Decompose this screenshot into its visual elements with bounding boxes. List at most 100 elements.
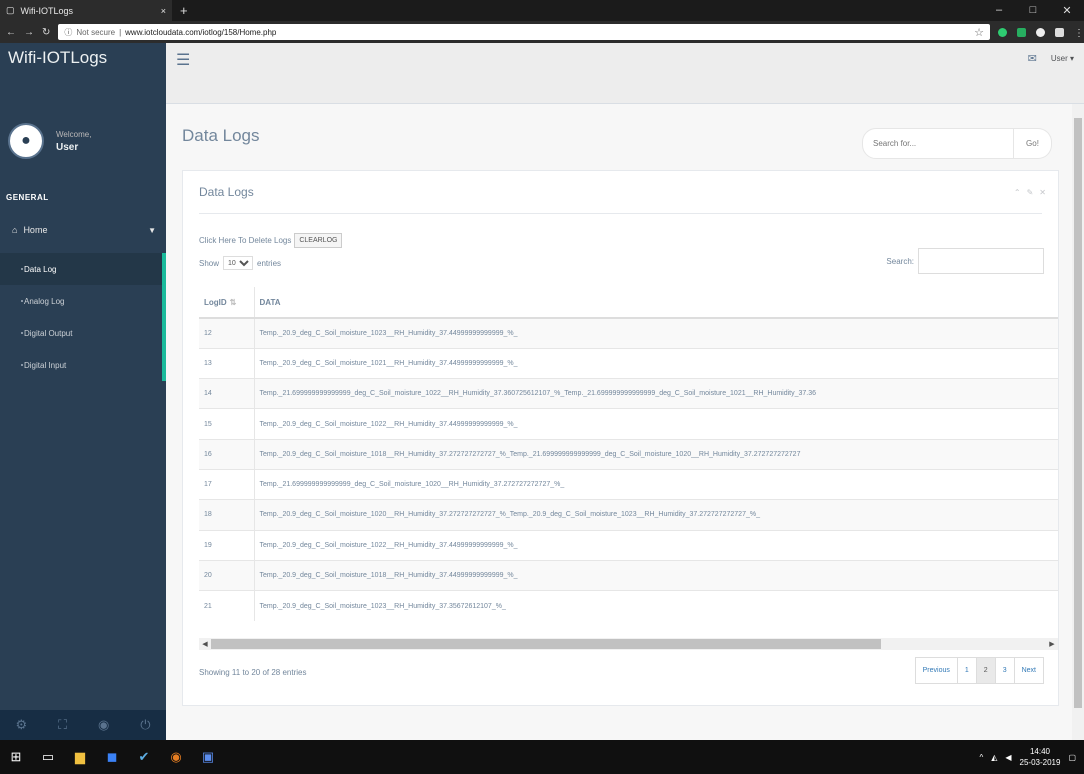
log-id-cell: 13 — [199, 347, 255, 379]
sidebar-item-digital-output[interactable]: Digital Output — [0, 317, 162, 349]
entries-select[interactable]: 10 — [223, 256, 254, 270]
table-row: 12 Temp._20.9_deg_C_Soil_moisture_1023__R… — [199, 317, 1058, 349]
address-bar: ← → ↻ ⓘ Not secure | www.iotcloudata.com… — [0, 21, 1084, 43]
user-menu: ✉ User ▾ — [1028, 52, 1074, 65]
table-row: 20 Temp._20.9_deg_C_Soil_moisture_1018__R… — [199, 559, 1058, 591]
page-scrollbar-thumb[interactable] — [1074, 118, 1082, 708]
store-icon[interactable]: ◼ — [96, 740, 128, 774]
check-app-icon[interactable]: ✔ — [128, 740, 160, 774]
length-control: Show 10 entries — [199, 256, 281, 270]
scroll-left-icon[interactable]: ◀ — [199, 640, 211, 648]
wrench-icon[interactable]: ✎ — [1027, 188, 1034, 197]
clear-logs-row: Click Here To Delete Logs CLEARLOG — [199, 233, 343, 248]
file-explorer-icon[interactable]: ▆ — [64, 740, 96, 774]
log-id-cell: 14 — [199, 378, 255, 409]
browser-tab-bar: ▢ Wifi-IOTLogs × + – □ ✕ — [0, 0, 1084, 21]
data-logs-panel: Data Logs ⌃ ✎ ✕ Click Here To Delete Log… — [182, 170, 1059, 706]
windows-start-icon[interactable]: ⊞ — [0, 740, 32, 774]
top-nav: ☰ ✉ User ▾ — [166, 43, 1084, 104]
log-data-cell: Temp._21.699999999999999_deg_C_Soil_mois… — [254, 468, 1058, 500]
close-icon[interactable]: ✕ — [1039, 188, 1046, 197]
sidebar-item-digital-input[interactable]: Digital Input — [0, 349, 162, 381]
avatar-icon: ● — [8, 123, 44, 159]
collapse-icon[interactable]: ⌃ — [1014, 188, 1021, 197]
sidebar-item-home[interactable]: ⌂ Home ▼ — [0, 215, 166, 245]
new-tab-button[interactable]: + — [172, 3, 196, 18]
log-data-cell: Temp._21.699999999999999_deg_C_Soil_mois… — [254, 378, 1058, 409]
column-header-data[interactable]: DATA — [254, 287, 1058, 319]
top-search-input[interactable] — [862, 128, 1014, 159]
url-field[interactable]: ⓘ Not secure | www.iotcloudata.com/iotlo… — [58, 24, 990, 40]
horizontal-scrollbar[interactable]: ◀ ▶ — [199, 638, 1058, 650]
minimize-button[interactable]: – — [982, 4, 1016, 17]
logout-icon[interactable]: ⏻ — [140, 717, 150, 733]
table-info: Showing 11 to 20 of 28 entries — [199, 668, 307, 677]
page-2-button[interactable]: 2 — [975, 657, 996, 684]
sidebar-item-analog-log[interactable]: Analog Log — [0, 285, 162, 317]
scroll-right-icon[interactable]: ▶ — [1046, 640, 1058, 648]
entries-label: entries — [257, 258, 282, 268]
log-data-cell: Temp._20.9_deg_C_Soil_moisture_1022__RH_… — [254, 408, 1058, 440]
logs-table: LogID ⇅ DATA 12 Temp._20.9_deg_C_Soil_mois… — [199, 287, 1058, 621]
clock-time: 14:40 — [1029, 747, 1050, 756]
page-scrollbar[interactable] — [1072, 104, 1084, 740]
task-view-icon[interactable]: ▭ — [32, 740, 64, 774]
chrome-icon[interactable]: ◉ — [160, 740, 192, 774]
close-tab-icon[interactable]: × — [161, 6, 166, 16]
show-label: Show — [199, 258, 220, 268]
table-scroll-area[interactable]: LogID ⇅ DATA 12 Temp._20.9_deg_C_Soil_mois… — [199, 287, 1058, 627]
profile: ● Welcome, User — [8, 123, 91, 159]
tray-arrow-icon[interactable]: ^ — [979, 753, 983, 762]
extension-green-icon[interactable] — [998, 27, 1007, 37]
sidebar-footer: ⚙ ⛶ ◉ ⏻ — [0, 710, 166, 740]
sidebar-item-data-log[interactable]: Data Log — [0, 253, 162, 285]
brand-logo[interactable]: Wifi-IOTLogs — [0, 24, 107, 94]
welcome-text: Welcome, — [56, 129, 92, 139]
home-icon: ⌂ — [12, 225, 18, 235]
profile-name: User — [56, 141, 79, 153]
window-controls: – □ ✕ — [982, 4, 1084, 17]
fullscreen-icon[interactable]: ⛶ — [58, 717, 67, 733]
previous-page-button[interactable]: Previous — [914, 657, 958, 684]
extension-icons: ⋮ — [998, 27, 1084, 39]
menu-dots-icon[interactable]: ⋮ — [1074, 28, 1084, 39]
home-submenu: Data Log Analog Log Digital Output Digit… — [0, 253, 166, 381]
lock-icon[interactable]: ◉ — [98, 717, 109, 733]
log-id-cell: 19 — [199, 529, 255, 561]
settings-icon[interactable]: ⚙ — [15, 717, 27, 733]
log-id-cell: 18 — [199, 499, 255, 531]
page-1-button[interactable]: 1 — [956, 657, 977, 684]
extension-circle-icon[interactable] — [1036, 27, 1045, 37]
app-icon[interactable]: ▣ — [192, 740, 224, 774]
notifications-icon[interactable]: ▢ — [1068, 753, 1076, 762]
maximize-button[interactable]: □ — [1016, 4, 1050, 17]
table-row: 19 Temp._20.9_deg_C_Soil_moisture_1022__R… — [199, 529, 1058, 561]
table-row: 17 Temp._21.699999999999999_deg_C_Soil_mo… — [199, 468, 1058, 500]
pagination: Previous 1 2 3 Next — [914, 657, 1044, 684]
table-search-input[interactable] — [918, 248, 1044, 274]
log-data-cell: Temp._20.9_deg_C_Soil_moisture_1020__RH_… — [254, 499, 1058, 531]
bookmark-star-icon[interactable]: ☆ — [974, 26, 984, 39]
next-page-button[interactable]: Next — [1013, 657, 1044, 684]
column-header-logid[interactable]: LogID ⇅ — [199, 287, 255, 319]
mail-icon[interactable]: ✉ — [1028, 52, 1037, 65]
scrollbar-thumb[interactable] — [211, 639, 881, 649]
search-label: Search: — [886, 256, 914, 266]
table-row: 13 Temp._20.9_deg_C_Soil_moisture_1021__R… — [199, 347, 1058, 379]
go-button[interactable]: Go! — [1014, 128, 1052, 159]
extension-square-icon[interactable] — [1017, 27, 1026, 37]
close-window-button[interactable]: ✕ — [1050, 4, 1084, 17]
user-dropdown[interactable]: User ▾ — [1051, 54, 1074, 63]
page-3-button[interactable]: 3 — [994, 657, 1015, 684]
table-row: 15 Temp._20.9_deg_C_Soil_moisture_1022__R… — [199, 408, 1058, 440]
taskbar: ⊞ ▭ ▆ ◼ ✔ ◉ ▣ ^ ◭ ◀ 14:40 25-03-2019 ▢ — [0, 740, 1084, 774]
delete-logs-text: Click Here To Delete Logs — [199, 236, 292, 245]
menu-toggle-icon[interactable]: ☰ — [176, 50, 190, 70]
volume-icon[interactable]: ◀ — [1005, 753, 1011, 762]
network-icon[interactable]: ◭ — [991, 753, 997, 762]
browser-tab[interactable]: ▢ Wifi-IOTLogs × — [0, 0, 172, 21]
table-search: Search: — [886, 248, 1044, 274]
clear-log-button[interactable]: CLEARLOG — [294, 233, 343, 248]
profile-icon[interactable] — [1055, 27, 1064, 37]
clock[interactable]: 14:40 25-03-2019 — [1020, 746, 1061, 768]
